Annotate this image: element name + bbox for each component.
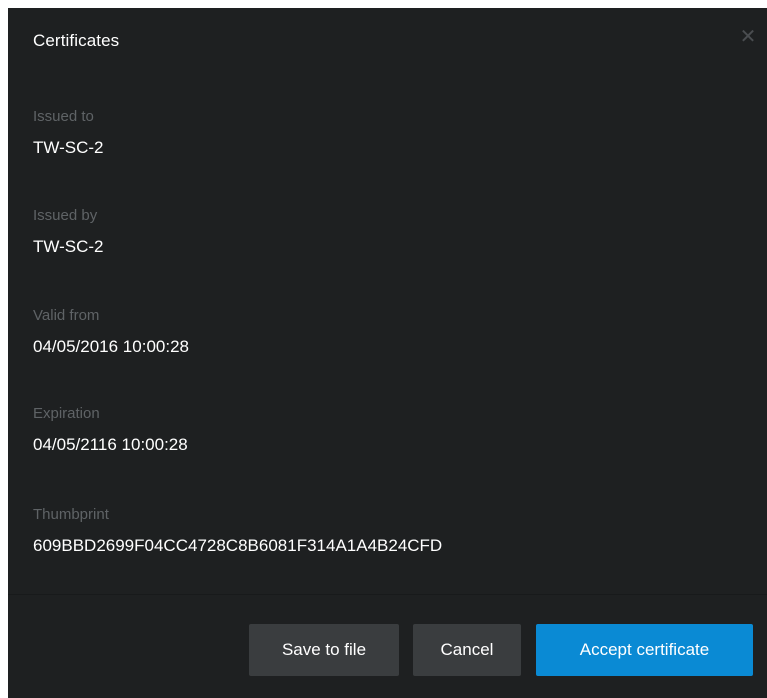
field-issued-to: Issued to TW-SC-2 <box>33 106 104 159</box>
field-thumbprint: Thumbprint 609BBD2699F04CC4728C8B6081F31… <box>33 504 442 557</box>
field-label: Thumbprint <box>33 506 109 523</box>
certificates-dialog: Certificates ✕ Issued to TW-SC-2 Issued … <box>8 8 767 698</box>
close-icon[interactable]: ✕ <box>737 24 759 48</box>
field-value: TW-SC-2 <box>33 138 104 157</box>
field-label: Expiration <box>33 405 100 422</box>
field-value: 609BBD2699F04CC4728C8B6081F314A1A4B24CFD <box>33 536 443 555</box>
save-to-file-button[interactable]: Save to file <box>249 624 399 676</box>
field-label: Issued to <box>33 108 94 125</box>
field-label: Valid from <box>33 307 100 324</box>
field-valid-from: Valid from 04/05/2016 10:00:28 <box>33 305 189 358</box>
field-value: 04/05/2016 10:00:28 <box>33 337 189 356</box>
field-value: 04/05/2116 10:00:28 <box>33 435 188 454</box>
field-label: Issued by <box>33 207 98 224</box>
cancel-button[interactable]: Cancel <box>413 624 521 676</box>
footer-divider <box>8 594 767 595</box>
field-expiration: Expiration 04/05/2116 10:00:28 <box>33 403 188 456</box>
dialog-title: Certificates <box>33 31 120 50</box>
accept-certificate-button[interactable]: Accept certificate <box>536 624 753 676</box>
field-value: TW-SC-2 <box>33 237 104 256</box>
field-issued-by: Issued by TW-SC-2 <box>33 205 104 258</box>
